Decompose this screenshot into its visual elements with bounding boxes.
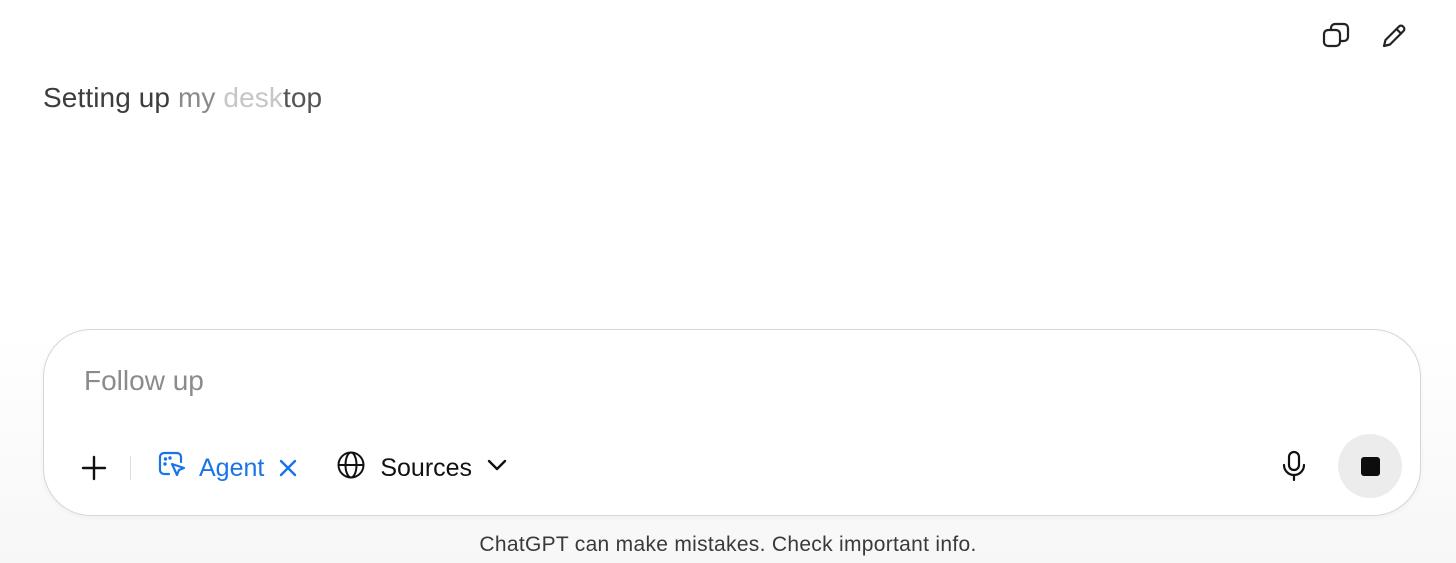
sources-dropdown[interactable]: Sources [336,450,508,487]
status-part-3: desk [223,82,283,113]
close-icon[interactable] [276,456,300,480]
stop-icon [1360,456,1380,476]
agent-label: Agent [199,453,265,482]
agent-chip[interactable]: Agent [157,450,300,487]
status-part-1: Setting up [43,82,178,113]
globe-icon [336,450,366,487]
agent-cursor-icon [157,450,187,487]
top-actions [1318,18,1412,54]
edit-icon[interactable] [1376,18,1412,54]
stop-button[interactable] [1338,434,1402,498]
status-part-2: my [177,82,224,113]
agent-status-text: Setting up my desktop [43,82,322,114]
toolbar-divider [130,456,131,480]
plus-icon[interactable] [74,448,114,488]
composer: Agent Sources [43,329,1421,516]
chat-page: Setting up my desktop Follow up Agent So… [0,0,1456,563]
disclaimer-text: ChatGPT can make mistakes. Check importa… [479,533,977,556]
composer-toolbar: Agent Sources [74,446,508,490]
chevron-down-icon [486,454,508,483]
sources-label: Sources [380,453,473,482]
copy-icon[interactable] [1318,18,1354,54]
microphone-icon[interactable] [1274,446,1314,486]
follow-up-input[interactable] [82,360,1336,402]
composer-right-controls [1274,434,1402,498]
status-part-4: top [282,82,323,113]
